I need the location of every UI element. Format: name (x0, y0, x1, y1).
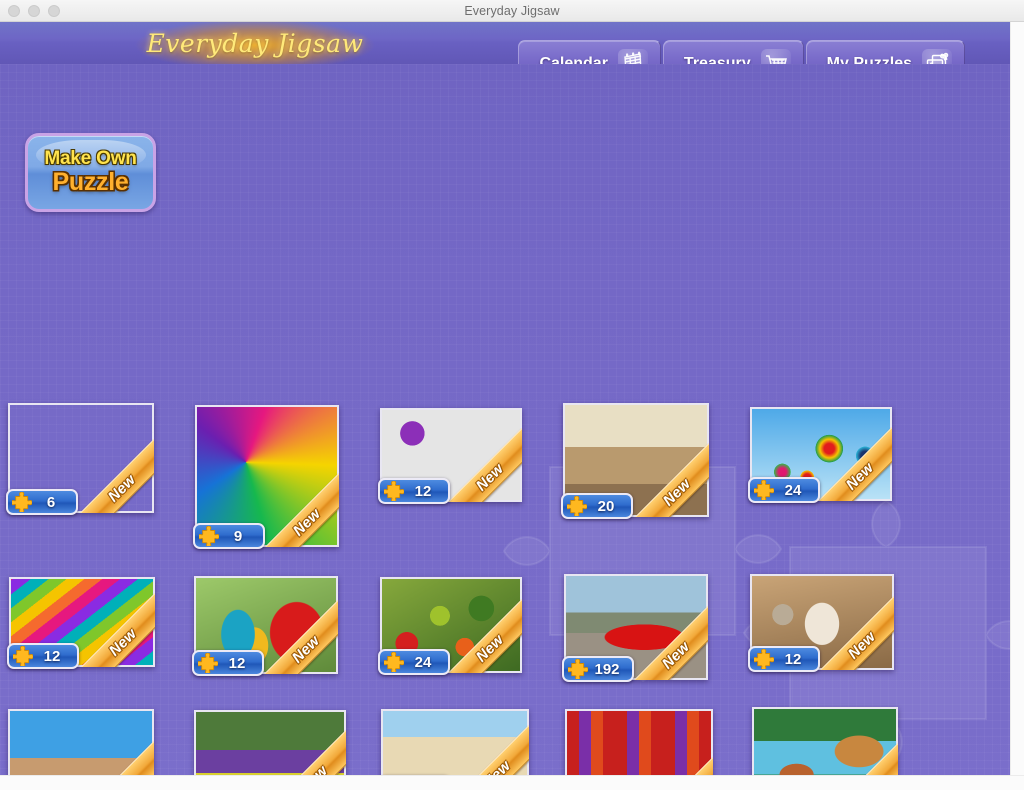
nav-button-calendar[interactable]: Calendar (518, 40, 661, 65)
puzzle-thumbnail-colored-ropes (11, 579, 153, 665)
puzzle-thumbnail-color-swirls (197, 407, 337, 545)
nav-button-treasury[interactable]: Treasury (662, 40, 804, 65)
puzzle-thumbnail-paint-cans (382, 410, 520, 500)
puzzle-tile[interactable]: New 12 (192, 576, 338, 676)
zoom-button[interactable] (48, 5, 60, 17)
puzzle-tile[interactable]: New 9 (193, 405, 339, 549)
window-titlebar: Everyday Jigsaw (0, 0, 1024, 22)
puzzle-thumbnail-red-corvette (566, 576, 706, 678)
traffic-lights (8, 0, 60, 22)
puzzle-tile[interactable]: New 12 (748, 574, 894, 672)
puzzle-thumbnail-pets-basket (752, 576, 892, 668)
puzzle-thumbnail-vegetables (382, 579, 520, 671)
app-header: Everyday Jigsaw Calendar Treasury My Puz… (0, 22, 1010, 64)
puzzle-tile[interactable]: New 12 (7, 577, 155, 669)
app-logo-text: Everyday Jigsaw (146, 28, 364, 58)
puzzle-tile[interactable]: New 24 (378, 577, 522, 675)
minimize-button[interactable] (28, 5, 40, 17)
puzzle-tile[interactable]: New 24 (748, 407, 892, 503)
my-puzzles-icon (922, 48, 952, 64)
puzzle-thumbnail-gold-bars (10, 405, 152, 511)
puzzle-tile[interactable]: New 12 (378, 408, 522, 504)
horizontal-scrollbar[interactable] (0, 775, 1024, 790)
puzzle-thumbnail-vintage-car-town (565, 405, 707, 515)
puzzle-tile[interactable]: New 20 (561, 403, 709, 519)
app-content: Everyday Jigsaw Calendar Treasury My Puz… (0, 22, 1024, 790)
puzzle-grid: New 6 New 9 New 12 New 20 New 24 New 12 New 12 New 24 Ne… (0, 64, 1010, 790)
calendar-icon (617, 48, 648, 64)
nav-label-calendar: Calendar (539, 54, 608, 65)
app-logo: Everyday Jigsaw (130, 22, 380, 64)
nav-button-my-puzzles[interactable]: My Puzzles (805, 40, 965, 65)
nav-label-my-puzzles: My Puzzles (826, 54, 912, 65)
puzzle-thumbnail-hot-air-balloons (752, 409, 890, 499)
close-button[interactable] (8, 5, 20, 17)
vertical-scrollbar[interactable] (1010, 22, 1024, 790)
puzzle-tile[interactable]: New 192 (562, 574, 708, 682)
puzzle-thumbnail-parrots (196, 578, 336, 672)
shopping-cart-icon (760, 48, 791, 64)
window-title: Everyday Jigsaw (464, 3, 560, 18)
main-nav: Calendar Treasury My Puzzles (518, 40, 965, 64)
puzzle-canvas: Make Own Puzzle New 6 New 9 New 12 New 20 New 24 N… (0, 64, 1010, 790)
nav-label-treasury: Treasury (683, 54, 751, 65)
puzzle-tile[interactable]: New 6 (6, 403, 154, 515)
app-window: Everyday Jigsaw Everyday Jigsaw Calendar (0, 0, 1024, 790)
